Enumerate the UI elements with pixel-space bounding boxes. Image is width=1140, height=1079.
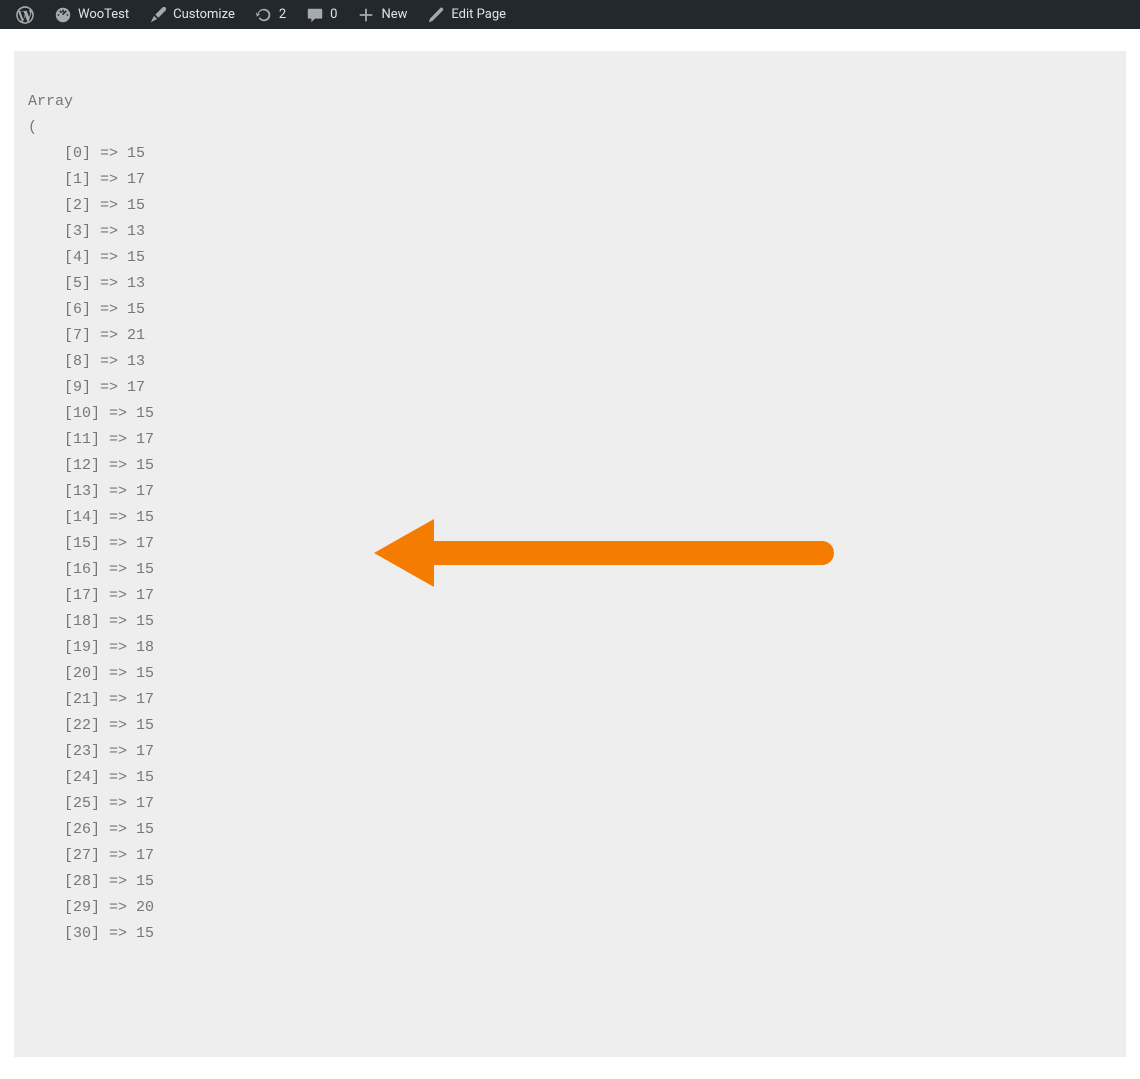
site-name-link[interactable]: WooTest <box>46 0 137 29</box>
customize-link[interactable]: Customize <box>141 0 243 29</box>
new-label: New <box>381 7 407 22</box>
edit-page-label: Edit Page <box>451 7 506 22</box>
dashboard-icon <box>54 6 72 24</box>
wp-logo-menu[interactable] <box>8 0 42 29</box>
plus-icon <box>357 6 375 24</box>
edit-page-link[interactable]: Edit Page <box>419 0 514 29</box>
new-content-link[interactable]: New <box>349 0 415 29</box>
array-open-paren: ( <box>28 119 37 136</box>
wordpress-icon <box>16 6 34 24</box>
array-header: Array <box>28 93 73 110</box>
wp-admin-bar: WooTest Customize 2 0 New Edit Page <box>0 0 1140 29</box>
customize-label: Customize <box>173 7 235 22</box>
updates-link[interactable]: 2 <box>247 0 294 29</box>
brush-icon <box>149 6 167 24</box>
comments-count: 0 <box>330 7 337 22</box>
update-icon <box>255 6 273 24</box>
print-r-output: Array ( [0] => 15 [1] => 17 [2] => 15 [3… <box>14 51 1126 1057</box>
comments-link[interactable]: 0 <box>298 0 345 29</box>
site-name-label: WooTest <box>78 7 129 22</box>
pencil-icon <box>427 6 445 24</box>
updates-count: 2 <box>279 7 286 22</box>
array-rows: [0] => 15 [1] => 17 [2] => 15 [3] => 13 … <box>28 141 1112 947</box>
page-content: Array ( [0] => 15 [1] => 17 [2] => 15 [3… <box>14 51 1126 1057</box>
comment-icon <box>306 6 324 24</box>
